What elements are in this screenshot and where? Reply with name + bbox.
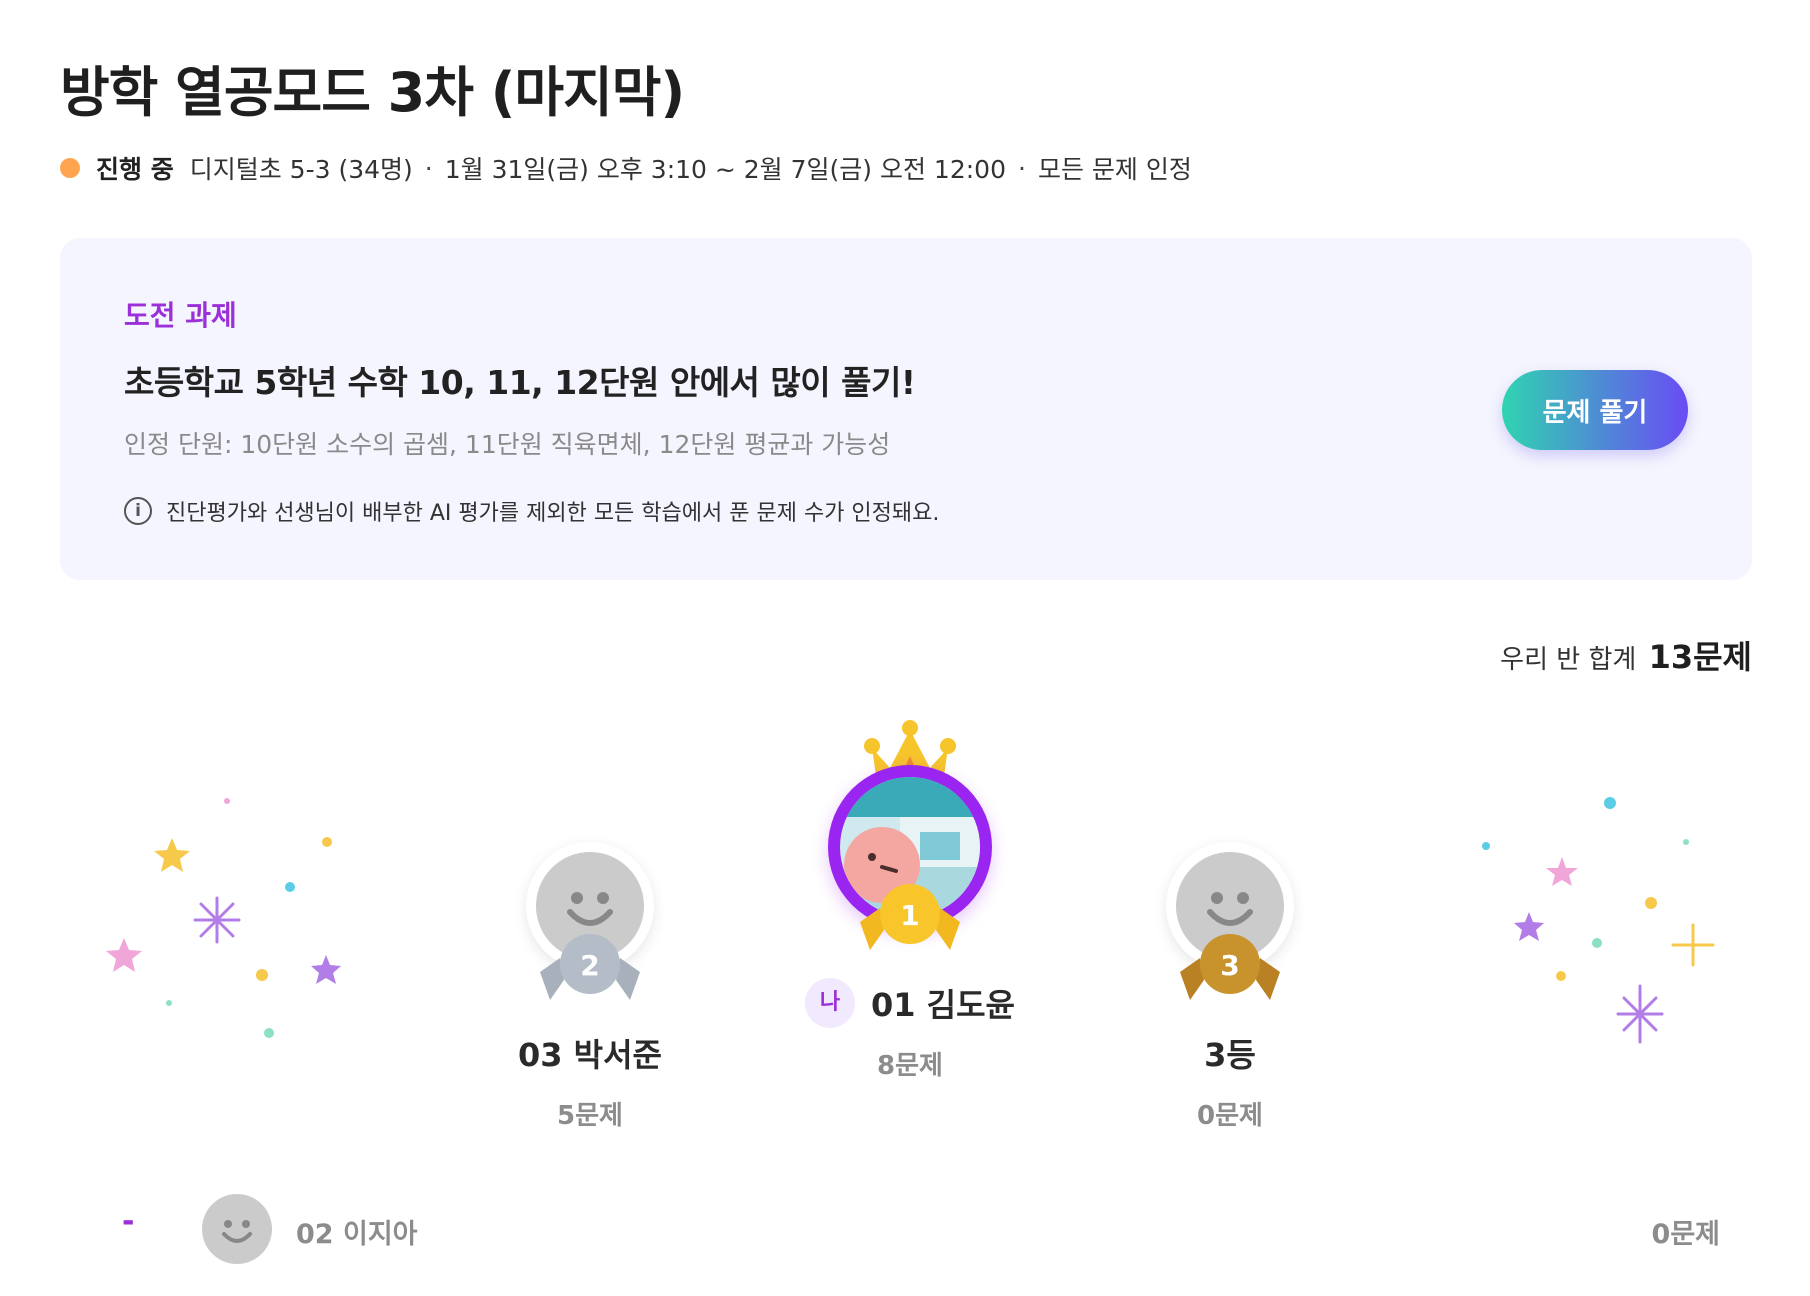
medal-rank: 1 <box>900 899 919 932</box>
podium-third-name: 3등 <box>1204 1036 1256 1074</box>
page-title: 방학 열공모드 3차 (마지막) <box>60 61 685 124</box>
default-face-icon <box>202 1194 272 1264</box>
class-info: 디지털초 5-3 (34명) <box>189 155 413 184</box>
challenge-units: 인정 단원: 10단원 소수의 곱셈, 11단원 직육면체, 12단원 평균과 … <box>124 430 891 459</box>
ranking-list-item: - 02 이지아 0문제 <box>60 1190 1720 1270</box>
period: 1월 31일(금) 오후 3:10 ~ 2월 7일(금) 오전 12:00 <box>444 155 1006 184</box>
podium-first-name: 01 김도윤 <box>871 986 1015 1024</box>
podium-first-name-row: 나 01 김도윤 <box>760 978 1060 1028</box>
sparkle-decoration-right-icon <box>1482 797 1715 1044</box>
status-dot-icon <box>60 158 80 178</box>
gold-medal-icon: 1 <box>860 884 960 950</box>
sparkle-decoration-left-icon <box>106 798 341 1038</box>
challenge-info: i 진단평가와 선생님이 배부한 AI 평가를 제외한 모든 학습에서 푼 문제… <box>124 495 939 527</box>
recognition: 모든 문제 인정 <box>1037 155 1192 184</box>
class-total: 우리 반 합계 13문제 <box>1500 632 1752 678</box>
podium-second-count: 5문제 <box>557 1101 623 1131</box>
bronze-medal-icon: 3 <box>1180 934 1280 1000</box>
me-badge: 나 <box>805 978 855 1028</box>
challenge-card: 도전 과제 초등학교 5학년 수학 10, 11, 12단원 안에서 많이 풀기… <box>60 238 1752 580</box>
separator: · <box>1017 153 1026 183</box>
podium-second-name: 03 박서준 <box>518 1036 662 1074</box>
separator: · <box>424 153 433 183</box>
list-rank: - <box>122 1204 135 1239</box>
solve-problems-button[interactable]: 문제 풀기 <box>1502 370 1688 450</box>
silver-medal-icon: 2 <box>540 934 640 1000</box>
status-label: 진행 중 <box>96 155 174 184</box>
challenge-meta: 진행 중 디지털초 5-3 (34명) · 1월 31일(금) 오후 3:10 … <box>60 150 1192 186</box>
class-total-label: 우리 반 합계 <box>1500 645 1637 675</box>
list-name: 02 이지아 <box>296 1219 418 1250</box>
challenge-info-text: 진단평가와 선생님이 배부한 AI 평가를 제외한 모든 학습에서 푼 문제 수… <box>166 501 940 526</box>
challenge-label: 도전 과제 <box>124 299 237 332</box>
podium-first-count: 8문제 <box>877 1051 943 1081</box>
medal-rank: 3 <box>1220 949 1239 982</box>
challenge-title: 초등학교 5학년 수학 10, 11, 12단원 안에서 많이 풀기! <box>124 363 916 402</box>
medal-rank: 2 <box>580 949 599 982</box>
podium-third-count: 0문제 <box>1197 1101 1263 1131</box>
info-circle-icon: i <box>124 497 152 525</box>
class-total-value: 13문제 <box>1648 638 1752 676</box>
list-count: 0문제 <box>1651 1219 1720 1250</box>
